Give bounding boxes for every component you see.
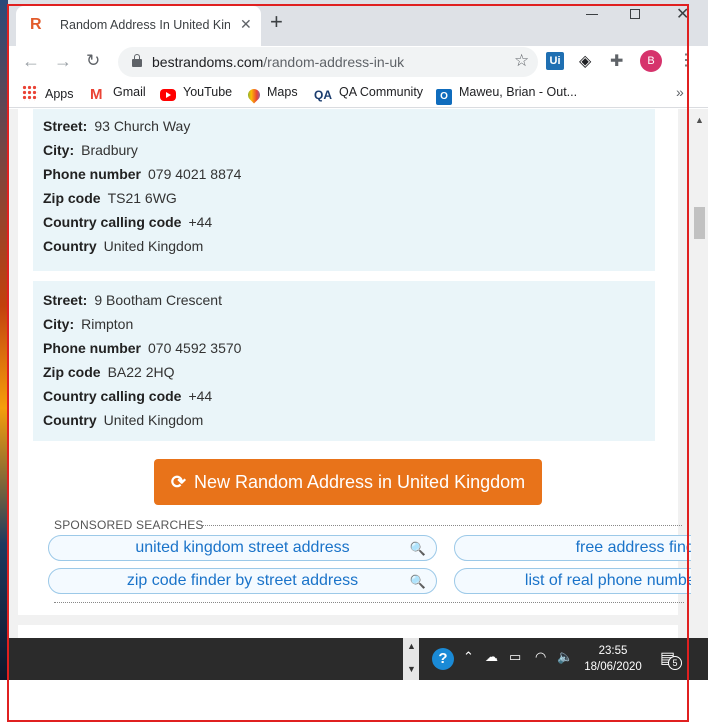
bookmarks-overflow-icon[interactable]: » (676, 84, 684, 100)
window-maximize-button[interactable] (630, 9, 640, 19)
bookmarks-bar: Apps M Gmail YouTube Maps QA QA Community … (8, 80, 708, 108)
browser-toolbar: ← → ↻ bestrandoms.com/random-address-in-… (8, 46, 708, 78)
window-close-button[interactable]: ✕ (676, 4, 689, 24)
phone-row: Phone number 079 4021 8874 (43, 166, 242, 182)
tab-strip: R Random Address In United Kingdom ✕ + ✕ (8, 0, 708, 46)
new-tab-button[interactable]: + (270, 10, 283, 34)
country-row: Country United Kingdom (43, 238, 204, 254)
scrollbar-thumb[interactable] (694, 207, 705, 239)
tab-active[interactable]: R Random Address In United Kingdom ✕ (16, 6, 261, 46)
search-icon: 🔍 (409, 541, 426, 556)
street-row: Street: 93 Church Way (43, 118, 191, 134)
cta-label: New Random Address in United Kingdom (193, 472, 526, 492)
back-arrow-icon[interactable]: ← (22, 50, 40, 72)
taskbar-scroller[interactable]: ▲ ▼ (403, 638, 419, 680)
extensions-puzzle-icon[interactable]: ✚ (610, 51, 623, 71)
new-random-address-button[interactable]: ⟳ New Random Address in United Kingdom (154, 459, 542, 505)
address-card: Street: 93 Church Way City: Bradbury Phone… (33, 109, 655, 271)
divider (54, 602, 684, 603)
apps-grid-icon (22, 85, 38, 101)
reload-icon[interactable]: ↻ (86, 50, 100, 72)
forward-arrow-icon[interactable]: → (54, 50, 72, 72)
wifi-icon[interactable]: ◠ (535, 649, 546, 665)
city-row: City: Rimpton (43, 316, 134, 332)
outlook-icon: O (436, 89, 452, 105)
taskbar-clock[interactable]: 23:55 18/06/2020 (578, 643, 648, 675)
clock-time: 23:55 (598, 645, 628, 657)
tab-close-icon[interactable]: ✕ (240, 16, 252, 33)
divider (202, 525, 682, 526)
tab-title: Random Address In United Kingdom (60, 18, 230, 32)
bookmark-apps[interactable]: Apps (22, 85, 74, 101)
lock-icon[interactable] (132, 54, 142, 67)
bookmark-star-icon[interactable]: ☆ (514, 51, 529, 71)
page-scrollbar[interactable]: ▲ (691, 109, 708, 638)
scroll-up-icon[interactable]: ▲ (407, 641, 416, 651)
windows-taskbar: ▲ ▼ ? ⌃ ☁ ▭ ◠ 🔈 23:55 18/06/2020 ▤ 5 (8, 638, 708, 680)
help-icon[interactable]: ? (432, 648, 454, 670)
notification-count-badge: 5 (668, 656, 682, 670)
site-favicon-icon: R (30, 16, 42, 33)
next-content-card (18, 625, 678, 638)
calling-code-row: Country calling code +44 (43, 214, 213, 230)
tray-expand-icon[interactable]: ⌃ (463, 649, 474, 665)
sponsored-search-link[interactable]: list of real phone numbers (454, 568, 691, 594)
maps-pin-icon (245, 86, 263, 104)
bookmark-youtube[interactable]: YouTube (160, 85, 232, 101)
address-bar[interactable]: bestrandoms.com/random-address-in-uk ☆ (118, 47, 538, 77)
bookmark-maps[interactable]: Maps (245, 85, 298, 104)
zip-row: Zip code TS21 6WG (43, 190, 177, 206)
profile-avatar[interactable]: B (640, 50, 662, 72)
sponsored-search-link[interactable]: united kingdom street address 🔍 (48, 535, 437, 561)
sponsored-search-link[interactable]: zip code finder by street address 🔍 (48, 568, 437, 594)
refresh-icon: ⟳ (170, 472, 186, 492)
phone-row: Phone number 070 4592 3570 (43, 340, 242, 356)
gmail-icon: M (90, 86, 103, 103)
sponsored-heading: SPONSORED SEARCHES (54, 518, 204, 532)
window-minimize-button[interactable] (586, 14, 598, 15)
content-card: Street: 93 Church Way City: Bradbury Phone… (18, 109, 691, 615)
onedrive-cloud-icon[interactable]: ☁ (485, 649, 498, 665)
sponsored-search-link[interactable]: free address finder (454, 535, 691, 561)
screen: R Random Address In United Kingdom ✕ + ✕… (0, 0, 713, 728)
street-row: Street: 9 Bootham Crescent (43, 292, 222, 308)
clock-date: 18/06/2020 (584, 661, 642, 673)
address-card: Street: 9 Bootham Crescent City: Rimpton P… (33, 281, 655, 441)
browser-window: R Random Address In United Kingdom ✕ + ✕… (8, 0, 708, 680)
url-text[interactable]: bestrandoms.com/random-address-in-uk (152, 54, 404, 70)
scroll-down-icon[interactable]: ▼ (407, 664, 416, 674)
city-row: City: Bradbury (43, 142, 138, 158)
search-icon: 🔍 (409, 574, 426, 589)
layers-extension-icon[interactable]: ◈ (579, 51, 591, 71)
country-row: Country United Kingdom (43, 412, 204, 428)
menu-kebab-icon[interactable]: ⋮ (678, 50, 694, 70)
battery-icon[interactable]: ▭ (509, 649, 521, 665)
calling-code-row: Country calling code +44 (43, 388, 213, 404)
qa-logo-icon: QA (314, 88, 332, 102)
youtube-icon (160, 89, 176, 101)
bookmark-outlook[interactable]: O Maweu, Brian - Out... (436, 85, 577, 105)
uipath-extension-icon[interactable]: Ui (546, 52, 564, 70)
bookmark-gmail[interactable]: M Gmail (90, 85, 146, 103)
volume-icon[interactable]: 🔈 (557, 649, 573, 665)
scroll-up-arrow-icon[interactable]: ▲ (695, 115, 704, 125)
page-viewport: Street: 93 Church Way City: Bradbury Phone… (8, 109, 691, 638)
zip-row: Zip code BA22 2HQ (43, 364, 175, 380)
bookmark-qa-community[interactable]: QA QA Community (314, 85, 423, 104)
